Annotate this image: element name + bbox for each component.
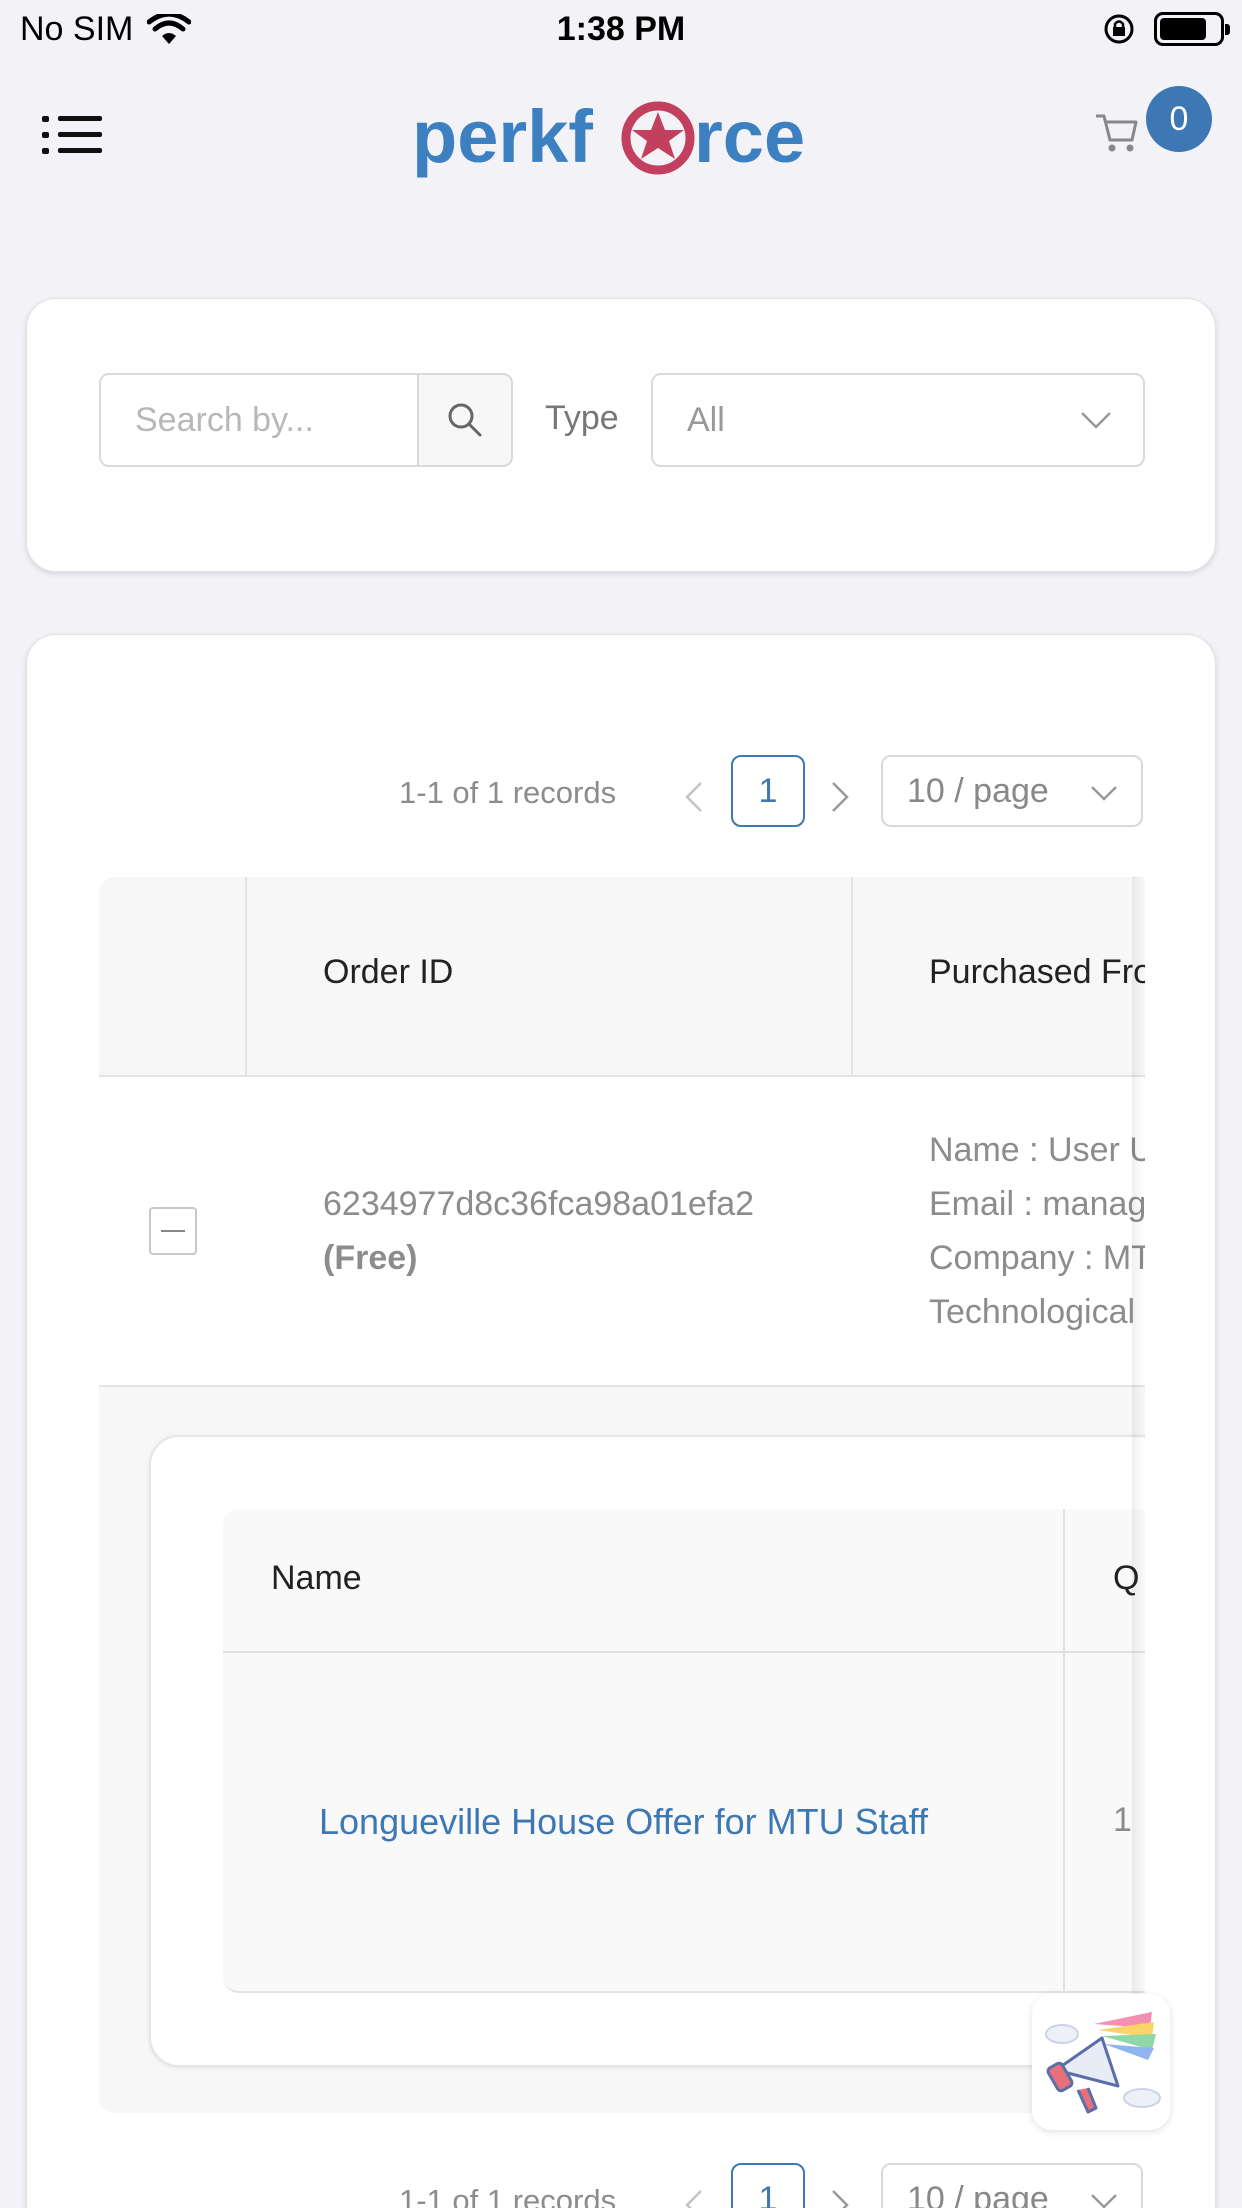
announcement-button[interactable] — [1032, 1994, 1170, 2130]
type-select[interactable]: All — [651, 373, 1145, 467]
search-button[interactable] — [417, 373, 513, 467]
page-size-select[interactable]: 10 / page — [881, 2163, 1143, 2208]
page-number-button[interactable]: 1 — [731, 2163, 805, 2208]
clock: 1:38 PM — [556, 10, 686, 48]
chevron-left-icon[interactable] — [679, 777, 709, 817]
page-size-value: 10 / page — [907, 771, 1049, 810]
orientation-lock-icon — [1104, 14, 1134, 44]
cart-icon[interactable] — [1092, 106, 1142, 156]
type-select-value: All — [687, 400, 725, 439]
svg-text:rce: rce — [694, 95, 805, 178]
expanded-row: Name Q Longueville House Offer for MTU S… — [99, 1387, 1145, 2113]
purchaser-company-cont: Technological — [929, 1293, 1136, 1331]
perkforce-logo: perkf rce — [410, 82, 830, 192]
chevron-down-icon — [1081, 412, 1111, 429]
orders-card: 1-1 of 1 records 1 10 / page Order ID Pu… — [26, 634, 1216, 2208]
status-bar: No SIM 1:38 PM — [0, 0, 1242, 62]
order-items-header: Name Q — [223, 1509, 1145, 1653]
table-row: 6234977d8c36fca98a01efa2 (Free) Name : U… — [99, 1077, 1145, 1387]
order-items-table: Name Q Longueville House Offer for MTU S… — [223, 1509, 1145, 1993]
records-count: 1-1 of 1 records — [399, 775, 617, 810]
purchaser-email: Email : manage — [929, 1185, 1145, 1223]
chevron-down-icon — [1091, 786, 1117, 801]
page-size-select[interactable]: 10 / page — [881, 755, 1143, 827]
type-label: Type — [545, 399, 619, 437]
cart-count-badge[interactable]: 0 — [1146, 86, 1212, 152]
filter-card: Type All — [26, 298, 1216, 572]
purchaser-company: Company : MT — [929, 1239, 1145, 1277]
pagination-top: 1-1 of 1 records 1 10 / page — [27, 755, 1215, 829]
chevron-right-icon[interactable] — [825, 2185, 855, 2208]
chevron-right-icon[interactable] — [825, 777, 855, 817]
orders-table-header: Order ID Purchased Fro — [99, 877, 1145, 1077]
app-header: perkf rce 0 — [0, 62, 1242, 212]
order-free-tag: (Free) — [323, 1239, 418, 1277]
battery-icon — [1154, 12, 1230, 46]
order-id-value: 6234977d8c36fca98a01efa2 — [323, 1185, 755, 1223]
pagination-bottom: 1-1 of 1 records 1 10 / page — [27, 2163, 1215, 2208]
collapse-row-button[interactable] — [149, 1207, 197, 1255]
chevron-down-icon — [1091, 2194, 1117, 2208]
search-icon — [448, 403, 482, 437]
item-quantity: 1 — [1113, 1801, 1132, 1839]
column-header-order-id[interactable]: Order ID — [323, 953, 453, 992]
column-header-name[interactable]: Name — [271, 1559, 362, 1598]
purchaser-name: Name : User U — [929, 1131, 1145, 1169]
purchased-from-cell: Name : User U Email : manage Company : M… — [929, 1123, 1145, 1339]
orders-table: Order ID Purchased Fro 6234977d8c36fca98… — [99, 877, 1145, 2113]
records-count: 1-1 of 1 records — [399, 2183, 617, 2208]
megaphone-icon — [1045, 2012, 1161, 2114]
column-header-purchased-from[interactable]: Purchased Fro — [929, 953, 1145, 992]
page-number-button[interactable]: 1 — [731, 755, 805, 827]
svg-text:perkf: perkf — [412, 95, 593, 178]
item-name-link[interactable]: Longueville House Offer for MTU Staff — [319, 1801, 928, 1843]
order-id-cell: 6234977d8c36fca98a01efa2 (Free) — [323, 1177, 754, 1285]
search-input[interactable] — [99, 373, 419, 467]
chevron-left-icon[interactable] — [679, 2185, 709, 2208]
menu-button[interactable] — [42, 112, 102, 162]
scroll-edge-shadow — [1132, 876, 1144, 2116]
page-size-value: 10 / page — [907, 2179, 1049, 2208]
order-items-card: Name Q Longueville House Offer for MTU S… — [149, 1435, 1145, 2067]
